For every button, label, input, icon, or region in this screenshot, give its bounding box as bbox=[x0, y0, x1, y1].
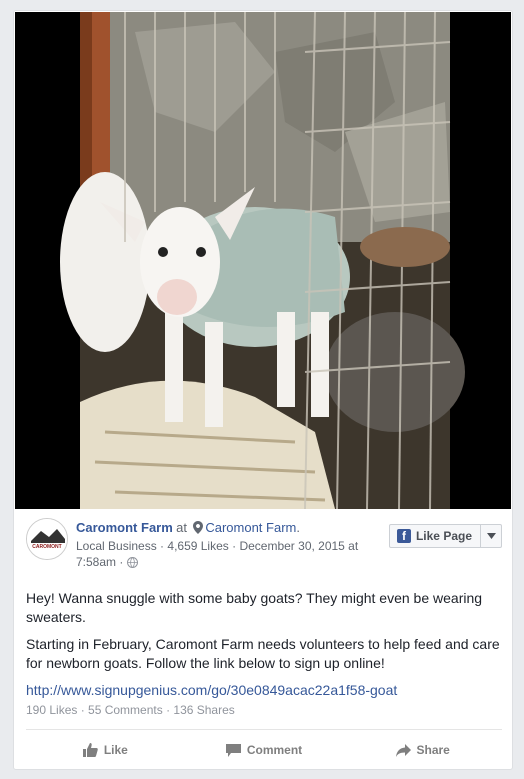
share-arrow-icon bbox=[395, 743, 411, 757]
avatar-text: CAROMONT bbox=[32, 544, 61, 550]
like-label: Like bbox=[103, 743, 128, 757]
like-page-button-group: f Like Page bbox=[388, 524, 502, 548]
like-button[interactable]: Like bbox=[26, 736, 185, 764]
globe-icon bbox=[126, 556, 138, 572]
like-page-label: Like Page bbox=[415, 529, 472, 543]
caromont-logo-icon: CAROMONT bbox=[27, 519, 67, 559]
comment-label: Comment bbox=[246, 743, 303, 757]
baby-goat-photo bbox=[15, 12, 511, 509]
like-page-button[interactable]: f Like Page bbox=[390, 525, 481, 547]
share-button[interactable]: Share bbox=[343, 736, 502, 764]
post-photo[interactable] bbox=[15, 12, 511, 509]
chevron-down-icon bbox=[486, 533, 496, 539]
comment-button[interactable]: Comment bbox=[185, 736, 344, 764]
post-meta: Caromont Farm at Caromont Farm. Local Bu… bbox=[76, 520, 376, 572]
post-stats[interactable]: 190 Likes · 55 Comments · 136 Shares bbox=[26, 703, 235, 717]
at-text: at bbox=[176, 520, 187, 535]
post-body: Hey! Wanna snuggle with some baby goats?… bbox=[26, 589, 502, 708]
share-label: Share bbox=[416, 743, 450, 757]
post-paragraph-2: Starting in February, Caromont Farm need… bbox=[26, 636, 500, 671]
action-divider bbox=[26, 729, 502, 730]
post-paragraph-1: Hey! Wanna snuggle with some baby goats?… bbox=[26, 590, 483, 625]
post-card: CAROMONT Caromont Farm at Caromont Farm.… bbox=[13, 10, 513, 770]
comment-bubble-icon bbox=[225, 743, 241, 757]
facebook-logo-icon: f bbox=[396, 529, 411, 543]
post-header: CAROMONT Caromont Farm at Caromont Farm.… bbox=[26, 518, 502, 578]
page-avatar[interactable]: CAROMONT bbox=[26, 518, 68, 560]
location-suffix: . bbox=[296, 520, 300, 535]
page-name-link[interactable]: Caromont Farm bbox=[76, 520, 173, 535]
page-likes-count: 4,659 Likes bbox=[167, 539, 229, 553]
like-page-options-button[interactable] bbox=[481, 525, 501, 547]
thumbs-up-icon bbox=[82, 743, 98, 757]
post-actions: Like Comment Share bbox=[26, 736, 502, 764]
map-pin-icon bbox=[193, 521, 204, 538]
page-category: Local Business bbox=[76, 539, 157, 553]
signup-link[interactable]: http://www.signupgenius.com/go/30e0849ac… bbox=[26, 682, 397, 698]
location-link[interactable]: Caromont Farm bbox=[205, 520, 296, 535]
